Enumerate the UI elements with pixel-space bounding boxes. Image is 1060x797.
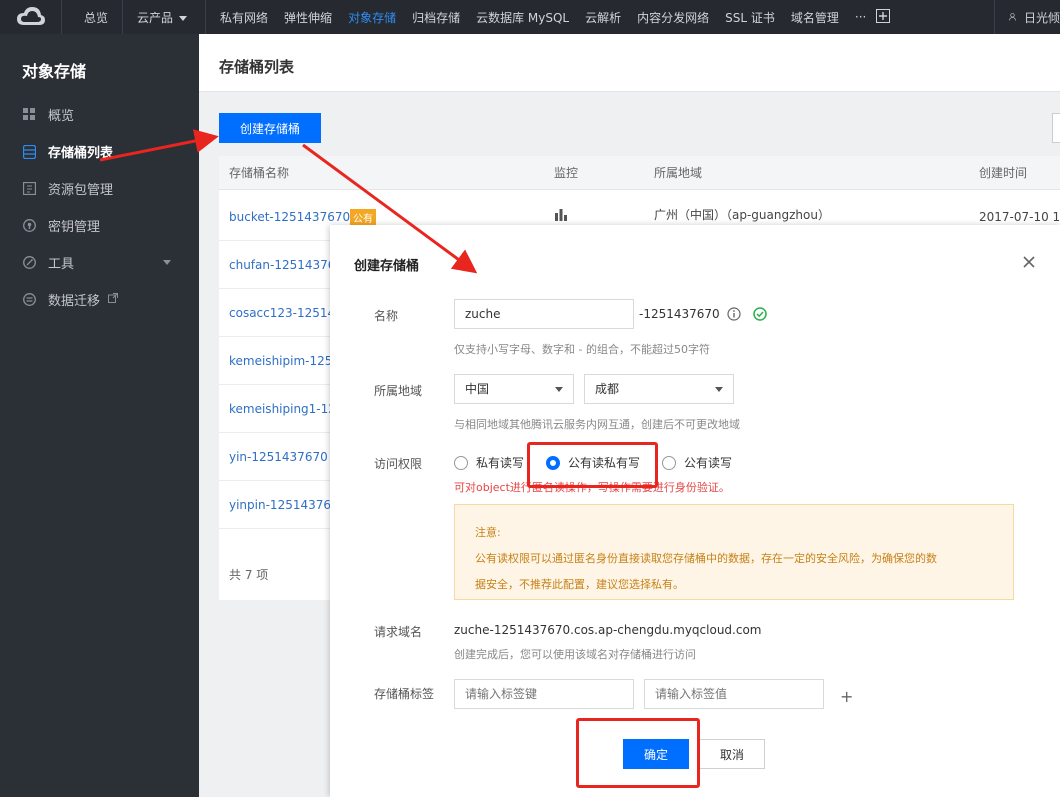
notice-box: 注意: 公有读权限可以通过匿名身份直接读取您存储桶中的数据，存在一定的安全风险，…: [454, 504, 1014, 600]
more-icon[interactable]: ···: [847, 10, 874, 24]
radio-circle-icon: [662, 455, 676, 470]
tag-key-input[interactable]: [454, 679, 634, 709]
access-private-radio[interactable]: 私有读写: [454, 454, 524, 471]
sidebar-item-label: 工具: [48, 257, 75, 272]
migrate-icon: [22, 293, 36, 307]
column-header-monitor: 监控: [554, 166, 579, 180]
sidebar-item-bucket-list[interactable]: 存储桶列表: [0, 133, 199, 170]
chevron-down-icon: [179, 15, 188, 21]
annotation-highlight-box: [576, 718, 700, 788]
tag-value-input[interactable]: [644, 679, 824, 709]
notice-title: 注意:: [475, 526, 501, 539]
chevron-down-icon: [715, 387, 723, 392]
sidebar-item-keys[interactable]: 密钥管理: [0, 207, 199, 244]
sidebar-item-packages[interactable]: 资源包管理: [0, 170, 199, 207]
column-header-region: 所属地域: [654, 166, 703, 180]
name-label: 名称: [374, 309, 399, 323]
nav-divider: [122, 0, 124, 34]
cancel-button[interactable]: 取消: [699, 739, 765, 769]
column-header-created: 创建时间: [979, 166, 1028, 180]
close-icon[interactable]: [1022, 255, 1036, 269]
cloud-logo-icon[interactable]: [0, 0, 62, 34]
sidebar-item-label: 资源包管理: [48, 183, 114, 198]
database-icon: [22, 144, 36, 159]
access-label: 访问权限: [374, 457, 423, 471]
bucket-name-input[interactable]: zuche: [454, 299, 634, 329]
created-time-cell: 2017-07-10 11: [979, 210, 1060, 224]
domain-label: 请求域名: [374, 625, 423, 639]
status-badge: 公有: [350, 209, 376, 226]
nav-overview[interactable]: 总览: [76, 9, 116, 26]
sidebar-title: 对象存储: [22, 62, 87, 81]
bucket-name-link[interactable]: chufan-125143767: [229, 258, 343, 272]
nav-vpc[interactable]: 私有网络: [212, 9, 276, 26]
dialog-title: 创建存储桶: [354, 259, 420, 274]
search-input[interactable]: [1052, 113, 1060, 143]
access-public-readwrite-radio[interactable]: 公有读写: [662, 454, 732, 471]
info-icon[interactable]: [727, 307, 741, 324]
user-name: 日光倾: [1023, 10, 1060, 25]
sidebar: 对象存储 概览 存储桶列表 资源包管理 密钥管理 工具 数据迁移: [0, 34, 199, 797]
nav-dns[interactable]: 云解析: [577, 9, 629, 26]
user-icon: [1009, 13, 1016, 21]
bucket-name-link[interactable]: cosacc123-12514: [229, 306, 335, 320]
region-label: 所属地域: [374, 384, 423, 398]
chevron-down-icon: [555, 387, 563, 392]
top-nav: 总览 云产品 私有网络 弹性伸缩 对象存储 归档存储 云数据库 MySQL 云解…: [0, 0, 1060, 34]
sidebar-item-tools[interactable]: 工具: [0, 244, 199, 281]
sidebar-item-label: 数据迁移: [48, 294, 101, 309]
table-header: 存储桶名称 监控 所属地域 创建时间: [219, 156, 1060, 190]
package-icon: [22, 182, 36, 196]
radio-circle-icon: [454, 455, 468, 470]
nav-domain[interactable]: 域名管理: [783, 9, 847, 26]
bucket-name-link[interactable]: yinpin-125143767: [229, 498, 339, 512]
external-link-icon: [108, 292, 119, 307]
region-hint: 与相同地域其他腾讯云服务内网互通，创建后不可更改地域: [454, 418, 740, 431]
check-circle-icon: [753, 307, 767, 324]
region-country-select[interactable]: 中国: [454, 374, 574, 404]
region-cell: 广州（中国）（ap-guangzhou）: [654, 208, 830, 222]
nav-divider: [205, 0, 207, 34]
create-bucket-button[interactable]: 创建存储桶: [219, 113, 321, 143]
grid-icon: [22, 108, 36, 122]
notice-line: 公有读权限可以通过匿名身份直接读取您存储桶中的数据，存在一定的安全风险，为确保您…: [475, 552, 937, 565]
sidebar-item-label: 存储桶列表: [48, 146, 114, 161]
nav-cdn[interactable]: 内容分发网络: [629, 9, 717, 26]
tool-icon: [22, 256, 36, 270]
appid-suffix: -1251437670: [639, 307, 720, 321]
nav-mysql[interactable]: 云数据库 MySQL: [468, 9, 577, 26]
monitor-chart-icon[interactable]: [555, 207, 567, 224]
name-hint: 仅支持小写字母、数字和 - 的组合，不能超过50字符: [454, 343, 710, 356]
annotation-highlight-box: [527, 442, 658, 488]
tag-label: 存储桶标签: [374, 687, 435, 701]
nav-archive[interactable]: 归档存储: [404, 9, 468, 26]
nav-ssl[interactable]: SSL 证书: [717, 9, 783, 26]
user-menu[interactable]: 日光倾: [994, 0, 1060, 34]
nav-products[interactable]: 云产品: [129, 9, 195, 26]
bucket-name-link[interactable]: yin-1251437670: [229, 450, 328, 464]
notice-line: 据安全，不推荐此配置，建议您选择私有。: [475, 578, 684, 591]
domain-value: zuche-1251437670.cos.ap-chengdu.myqcloud…: [454, 623, 762, 637]
nav-cos[interactable]: 对象存储: [340, 9, 404, 26]
add-shortcut-icon[interactable]: [876, 8, 891, 26]
domain-hint: 创建完成后，您可以使用该域名对存储桶进行访问: [454, 648, 696, 661]
bucket-name-link[interactable]: kemeishipim-125: [229, 354, 332, 368]
sidebar-item-label: 概览: [48, 109, 75, 124]
nav-autoscaling[interactable]: 弹性伸缩: [276, 9, 340, 26]
page-title: 存储桶列表: [199, 34, 1060, 92]
sidebar-item-label: 密钥管理: [48, 220, 101, 235]
bucket-name-link[interactable]: bucket-1251437670: [229, 210, 350, 224]
create-bucket-dialog: 创建存储桶 名称 zuche -1251437670 仅支持小写字母、数字和 -…: [330, 225, 1060, 797]
sidebar-item-migration[interactable]: 数据迁移: [0, 281, 199, 318]
region-city-select[interactable]: 成都: [584, 374, 734, 404]
bucket-name-link[interactable]: kemeishiping1-12: [229, 402, 336, 416]
chevron-down-icon: [163, 260, 171, 265]
column-header-name: 存储桶名称: [229, 166, 290, 180]
sidebar-item-overview[interactable]: 概览: [0, 96, 199, 133]
key-icon: [22, 219, 36, 233]
add-tag-icon[interactable]: +: [840, 687, 853, 706]
